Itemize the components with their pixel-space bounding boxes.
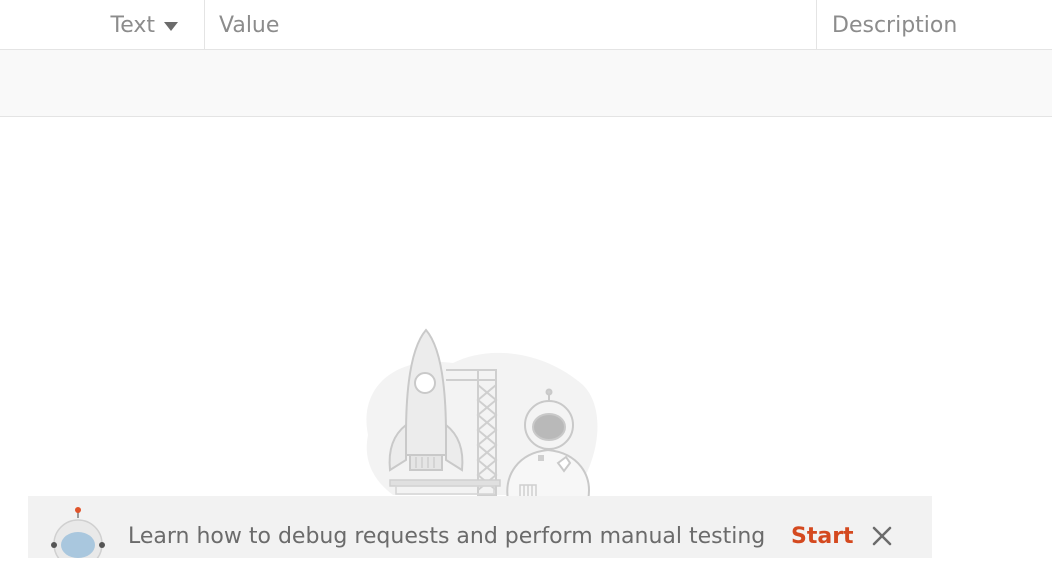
description-column-header: Description [817,0,1052,50]
type-column-header[interactable]: Text [0,0,205,50]
empty-table-row[interactable] [0,50,1052,117]
banner-message: Learn how to debug requests and perform … [128,523,766,549]
rocket-launch-illustration [366,328,598,500]
close-icon[interactable] [870,524,894,548]
value-label: Value [219,12,280,38]
type-label: Text [110,12,156,38]
start-link[interactable]: Start [791,496,854,576]
value-column-header: Value [205,0,817,50]
astronaut-avatar-icon [51,507,105,558]
table-header-row: Text Value Description [0,0,1052,50]
learning-banner: Learn how to debug requests and perform … [28,496,932,558]
caret-down-icon[interactable] [164,21,178,31]
description-label: Description [832,12,958,38]
